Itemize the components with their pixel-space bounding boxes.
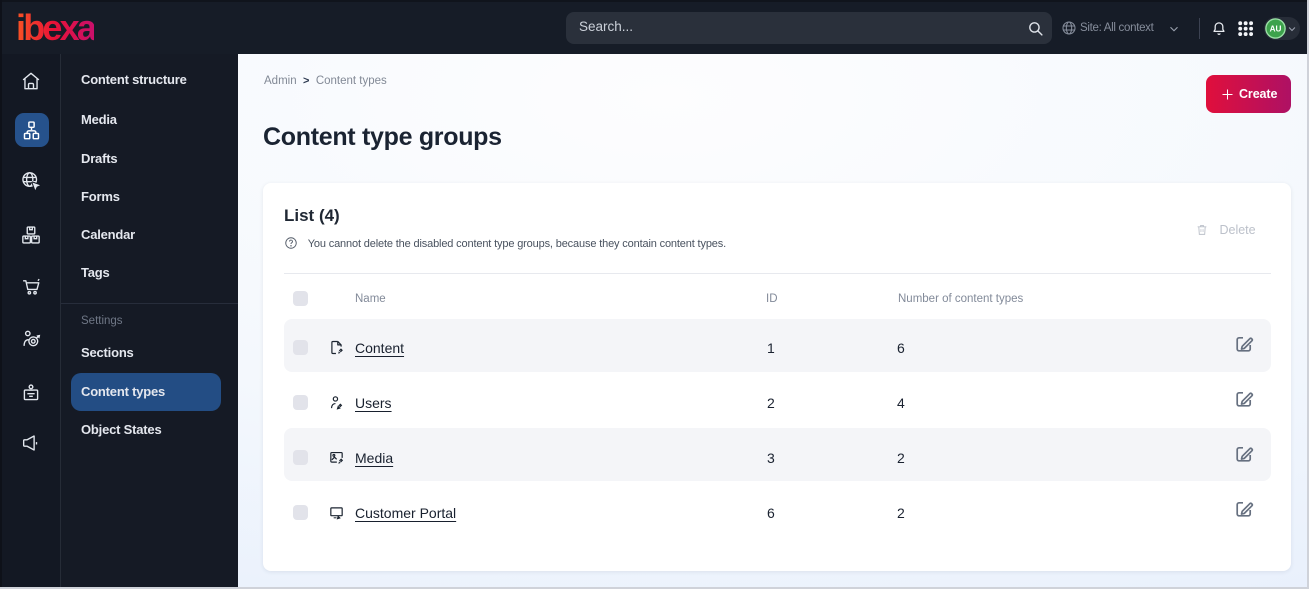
- svg-text:AU: AU: [1270, 25, 1282, 34]
